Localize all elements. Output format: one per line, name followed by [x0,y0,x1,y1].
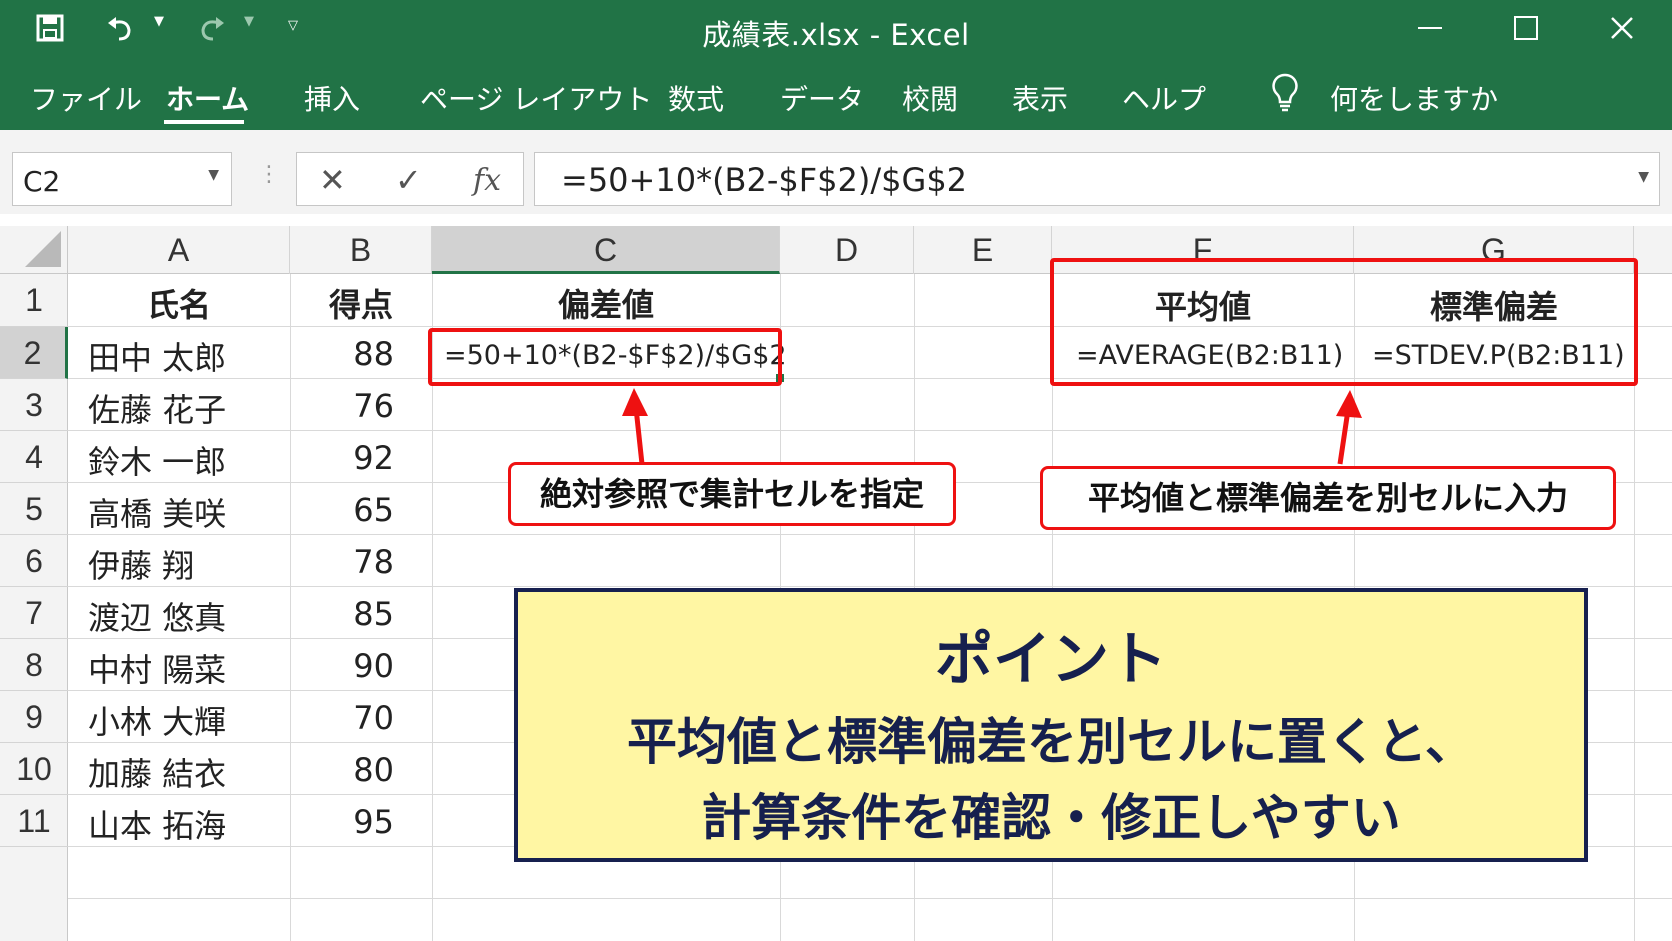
callout-absolute-reference: 絶対参照で集計セルを指定 [508,462,956,526]
name-box-value: C2 [23,165,61,198]
callout-separate-cells: 平均値と標準偏差を別セルに入力 [1040,466,1616,530]
formula-text: =50+10*(B2-$F$2)/$G$2 [561,161,968,199]
point-line-1: 平均値と標準偏差を別セルに置くと、 [627,713,1475,771]
cell-c1[interactable]: 偏差値 [432,280,780,326]
select-all-button[interactable] [0,226,68,274]
minimize-icon[interactable] [1400,6,1460,50]
tab-insert[interactable]: 挿入 [304,78,360,118]
cell-a3[interactable]: 佐藤 花子 [88,385,226,431]
row-header-2[interactable]: 2 [0,327,68,379]
row-header-3[interactable]: 3 [0,379,68,431]
more-options-icon[interactable]: ⋮ [258,162,280,187]
cell-b3[interactable]: 76 [300,387,394,425]
title-bar: ▼ ▼ ▽ 成績表.xlsx - Excel [0,0,1672,56]
row-header-5[interactable]: 5 [0,483,68,535]
enter-check-icon[interactable]: ✓ [395,161,422,199]
row-header-8[interactable]: 8 [0,639,68,691]
column-header-a[interactable]: A [68,226,290,274]
cell-b9[interactable]: 70 [300,699,394,737]
arrow-up-icon [622,388,648,465]
cell-b11[interactable]: 95 [300,803,394,841]
active-tab-indicator [164,120,244,124]
row-header-10[interactable]: 10 [0,743,68,795]
expand-formula-icon[interactable]: ▼ [1638,169,1649,185]
cell-a4[interactable]: 鈴木 一郎 [88,437,226,483]
cell-a8[interactable]: 中村 陽菜 [88,645,226,691]
gridline [68,534,1672,535]
column-header-d[interactable]: D [780,226,914,274]
column-header-e[interactable]: E [914,226,1052,274]
lightbulb-icon[interactable] [1270,72,1300,119]
row-header-9[interactable]: 9 [0,691,68,743]
row-header-1[interactable]: 1 [0,274,68,327]
tab-home[interactable]: ホーム [166,78,249,118]
cell-b1[interactable]: 得点 [290,280,432,326]
arrow-up-icon [1336,390,1362,465]
cell-b5[interactable]: 65 [300,491,394,529]
cell-a9[interactable]: 小林 大輝 [88,697,226,743]
cell-a7[interactable]: 渡辺 悠真 [88,593,226,639]
tab-review[interactable]: 校閲 [902,78,958,118]
select-all-triangle-icon [25,231,61,267]
column-header-b[interactable]: B [290,226,432,274]
gridline [68,586,1672,587]
cancel-icon[interactable]: ✕ [319,161,346,199]
highlight-c2 [428,328,782,386]
chevron-down-icon[interactable]: ▼ [208,167,219,183]
tab-page-layout[interactable]: ページ レイアウト [420,78,652,118]
point-line-2: 計算条件を確認・修正しやすい [701,789,1401,847]
tab-formulas[interactable]: 数式 [668,78,724,118]
cell-a6[interactable]: 伊藤 翔 [88,541,194,587]
row-header-7[interactable]: 7 [0,587,68,639]
gridline [68,430,1672,431]
cell-a1[interactable]: 氏名 [68,280,290,326]
point-box: ポイント 平均値と標準偏差を別セルに置くと、 計算条件を確認・修正しやすい [514,588,1588,862]
formula-bar: C2 ▼ ⋮ ✕ ✓ fx =50+10*(B2-$F$2)/$G$2 ▼ [0,146,1672,214]
tab-file[interactable]: ファイル [30,78,142,118]
cell-a10[interactable]: 加藤 結衣 [88,749,226,795]
insert-function-icon[interactable]: fx [473,163,501,198]
cell-b10[interactable]: 80 [300,751,394,789]
name-box[interactable]: C2 ▼ [12,152,232,206]
gridline [290,274,291,941]
cell-a5[interactable]: 高橋 美咲 [88,489,226,535]
ribbon-tabs: ファイル ホーム 挿入 ページ レイアウト 数式 データ 校閲 表示 ヘルプ 何… [0,56,1672,130]
tab-help[interactable]: ヘルプ [1122,78,1206,118]
row-header-11[interactable]: 11 [0,795,68,847]
cell-b8[interactable]: 90 [300,647,394,685]
ribbon-divider [0,130,1672,146]
maximize-icon[interactable] [1496,6,1556,50]
row-header-4[interactable]: 4 [0,431,68,483]
cell-b7[interactable]: 85 [300,595,394,633]
gridline [68,898,1672,899]
tell-me-search[interactable]: 何をしますか [1330,78,1498,118]
cell-a11[interactable]: 山本 拓海 [88,801,226,847]
tab-view[interactable]: 表示 [1012,78,1068,118]
tab-data[interactable]: データ [780,78,864,118]
close-icon[interactable] [1592,6,1652,50]
cell-b4[interactable]: 92 [300,439,394,477]
column-header-c[interactable]: C [432,226,780,274]
cell-a2[interactable]: 田中 太郎 [88,333,226,379]
cell-b2[interactable]: 88 [300,335,394,373]
row-header-6[interactable]: 6 [0,535,68,587]
highlight-f1-g2 [1050,258,1638,386]
formula-input[interactable]: =50+10*(B2-$F$2)/$G$2 ▼ [534,152,1660,206]
formula-buttons: ✕ ✓ fx [296,152,524,206]
cell-b6[interactable]: 78 [300,543,394,581]
point-title: ポイント [934,625,1167,693]
